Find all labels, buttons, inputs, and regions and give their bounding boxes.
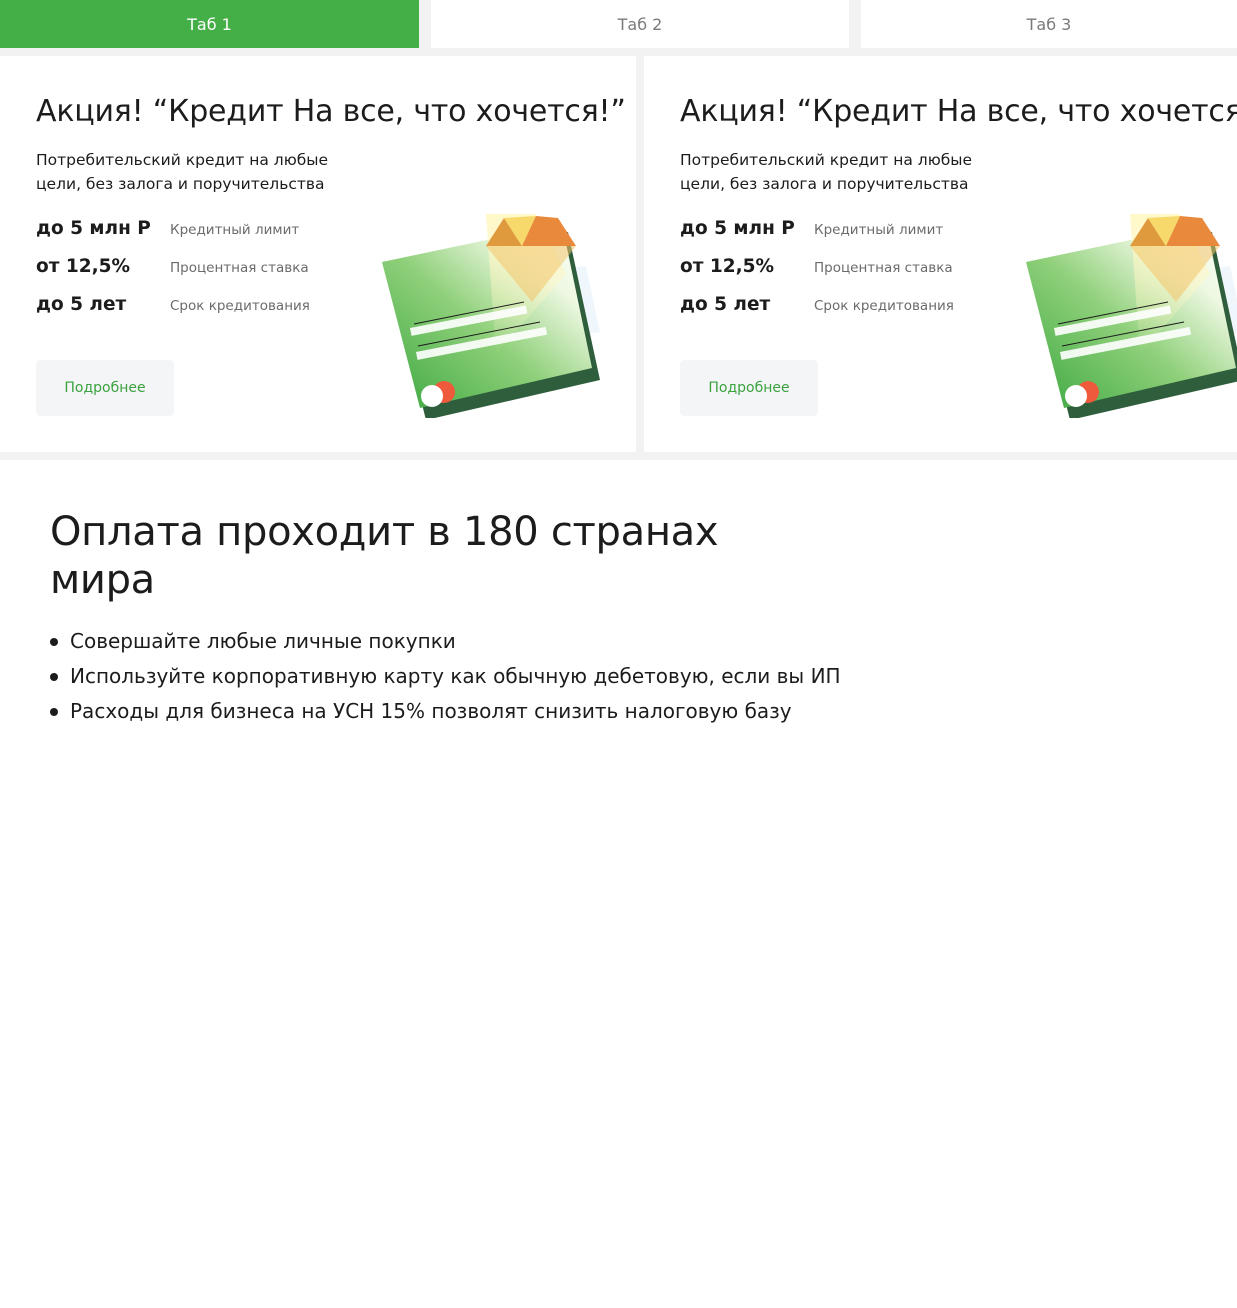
payment-benefits-list: Совершайте любые личные покупки Использу… <box>50 624 841 729</box>
promo-card: Акция! “Кредит На все, что хочется!” Пот… <box>644 56 1237 452</box>
promo-card: Акция! “Кредит На все, что хочется!” Пот… <box>0 56 636 452</box>
tab-3[interactable]: Таб 3 <box>861 0 1237 48</box>
list-item: Расходы для бизнеса на УСН 15% позволят … <box>50 694 841 729</box>
stat-credit-term: до 5 лет Срок кредитования <box>36 294 310 315</box>
credit-card-illustration <box>1026 214 1237 418</box>
tab-1[interactable]: Таб 1 <box>0 0 419 48</box>
promo-title: Акция! “Кредит На все, что хочется!” <box>680 94 1237 129</box>
stat-value: от 12,5% <box>680 256 775 277</box>
bullet-icon <box>50 708 58 716</box>
promo-description: Потребительский кредит на любые цели, бе… <box>36 151 329 193</box>
promo-carousel: Акция! “Кредит На все, что хочется!” Пот… <box>0 56 1237 460</box>
promo-description: Потребительский кредит на любые цели, бе… <box>680 151 973 193</box>
list-item: Используйте корпоративную карту как обыч… <box>50 659 841 694</box>
stat-label: Срок кредитования <box>170 298 310 314</box>
list-item-text: Используйте корпоративную карту как обыч… <box>70 664 841 688</box>
list-item-text: Совершайте любые личные покупки <box>70 629 456 653</box>
stat-label: Срок кредитования <box>814 298 954 314</box>
tab-2[interactable]: Таб 2 <box>431 0 849 48</box>
stat-interest-rate: от 12,5% Процентная ставка <box>680 256 953 277</box>
stat-value: до 5 лет <box>680 294 771 315</box>
stat-value: от 12,5% <box>36 256 131 277</box>
stat-value: до 5 млн Р <box>36 218 151 239</box>
stat-credit-limit: до 5 млн Р Кредитный лимит <box>36 218 299 239</box>
more-button[interactable]: Подробнее <box>36 360 174 416</box>
stat-value: до 5 млн Р <box>680 218 795 239</box>
stat-label: Кредитный лимит <box>814 222 944 238</box>
stat-credit-limit: до 5 млн Р Кредитный лимит <box>680 218 943 239</box>
credit-card-illustration <box>382 214 600 418</box>
stat-label: Процентная ставка <box>814 260 953 276</box>
stat-interest-rate: от 12,5% Процентная ставка <box>36 256 309 277</box>
payment-title: Оплата проходит в 180 странах мира <box>50 509 719 603</box>
list-item-text: Расходы для бизнеса на УСН 15% позволят … <box>70 699 792 723</box>
stat-label: Кредитный лимит <box>170 222 300 238</box>
tab-bar: Таб 1 Таб 2 Таб 3 <box>0 0 1237 56</box>
stat-credit-term: до 5 лет Срок кредитования <box>680 294 954 315</box>
bullet-icon <box>50 638 58 646</box>
list-item: Совершайте любые личные покупки <box>50 624 841 659</box>
stat-label: Процентная ставка <box>170 260 309 276</box>
promo-title: Акция! “Кредит На все, что хочется!” <box>36 94 626 129</box>
more-button[interactable]: Подробнее <box>680 360 818 416</box>
bullet-icon <box>50 673 58 681</box>
stat-value: до 5 лет <box>36 294 127 315</box>
